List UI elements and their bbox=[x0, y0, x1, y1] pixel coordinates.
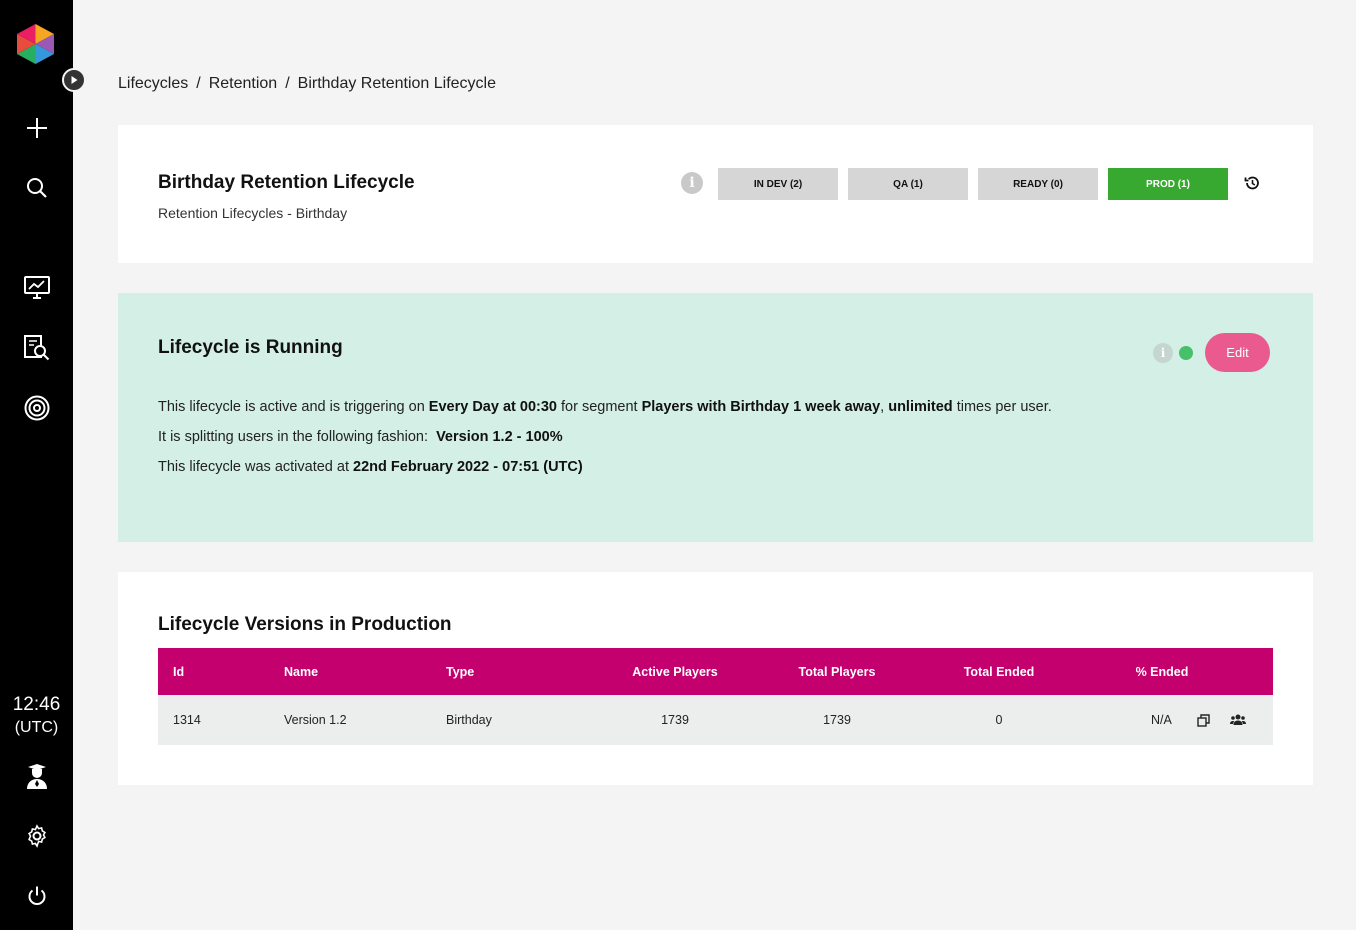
add-icon[interactable] bbox=[0, 108, 73, 148]
play-arrow-icon bbox=[71, 76, 78, 84]
column-header-id[interactable]: Id bbox=[173, 648, 184, 695]
cell-type: Birthday bbox=[446, 713, 492, 727]
split-text: It is splitting users in the following f… bbox=[158, 429, 437, 445]
academy-user-icon[interactable] bbox=[0, 756, 73, 796]
breadcrumb-lifecycles[interactable]: Lifecycles bbox=[118, 75, 188, 93]
trigger-text: This lifecycle is active and is triggeri… bbox=[158, 399, 429, 415]
column-header-total-players[interactable]: Total Players bbox=[777, 648, 897, 695]
column-header-total-ended[interactable]: Total Ended bbox=[939, 648, 1059, 695]
trigger-text: times per user. bbox=[952, 399, 1052, 415]
report-search-icon[interactable] bbox=[0, 328, 73, 368]
versions-card: Lifecycle Versions in Production Id Name… bbox=[118, 572, 1313, 785]
activation-date: 22nd February 2022 - 07:51 (UTC) bbox=[353, 459, 583, 475]
running-indicator-dot bbox=[1179, 346, 1193, 360]
stage-qa-button[interactable]: QA (1) bbox=[848, 168, 968, 200]
versions-title: Lifecycle Versions in Production bbox=[158, 614, 452, 635]
split-value: Version 1.2 - 100% bbox=[436, 429, 563, 445]
column-header-type[interactable]: Type bbox=[446, 648, 474, 695]
app-logo[interactable] bbox=[17, 24, 54, 64]
trigger-text: for segment bbox=[556, 399, 642, 415]
trigger-limit: unlimited bbox=[888, 399, 953, 415]
breadcrumb-current: Birthday Retention Lifecycle bbox=[297, 75, 496, 92]
lifecycle-title: Birthday Retention Lifecycle bbox=[158, 172, 415, 193]
table-row[interactable]: 1314 Version 1.2 Birthday 1739 1739 0 N/… bbox=[158, 695, 1273, 745]
breadcrumb: Lifecycles / Retention / Birthday Retent… bbox=[118, 75, 496, 93]
copy-icon[interactable] bbox=[1194, 695, 1212, 745]
target-icon[interactable] bbox=[0, 388, 73, 428]
cell-total-players: 1739 bbox=[823, 713, 851, 727]
lifecycle-status-card: Lifecycle is Running i Edit This lifecyc… bbox=[118, 293, 1313, 542]
activation-text: This lifecycle was activated at bbox=[158, 459, 354, 475]
clock: 12:46 (UTC) bbox=[0, 694, 73, 740]
history-icon[interactable] bbox=[1244, 175, 1260, 196]
breadcrumb-retention[interactable]: Retention bbox=[209, 75, 278, 93]
analytics-monitor-icon[interactable] bbox=[0, 268, 73, 308]
status-info-icon[interactable]: i bbox=[1153, 343, 1173, 363]
cell-id: 1314 bbox=[173, 713, 201, 727]
table-header: Id Name Type Active Players Total Player… bbox=[158, 648, 1273, 695]
stage-in-dev-button[interactable]: IN DEV (2) bbox=[718, 168, 838, 200]
trigger-schedule: Every Day at 00:30 bbox=[428, 399, 557, 415]
trigger-description: This lifecycle is active and is triggeri… bbox=[158, 399, 1052, 415]
breadcrumb-separator: / bbox=[196, 75, 201, 92]
breadcrumb-separator: / bbox=[285, 75, 290, 92]
column-header-pct-ended[interactable]: % Ended bbox=[1102, 648, 1222, 695]
cell-name: Version 1.2 bbox=[284, 713, 347, 727]
edit-button[interactable]: Edit bbox=[1205, 333, 1270, 372]
users-group-icon[interactable] bbox=[1228, 695, 1248, 745]
trigger-text: , bbox=[880, 399, 889, 415]
split-description: It is splitting users in the following f… bbox=[158, 429, 563, 445]
clock-timezone: (UTC) bbox=[14, 719, 59, 736]
lifecycle-subtitle: Retention Lifecycles - Birthday bbox=[158, 205, 348, 221]
column-header-name[interactable]: Name bbox=[284, 648, 318, 695]
stage-prod-button[interactable]: PROD (1) bbox=[1108, 168, 1228, 200]
stage-ready-button[interactable]: READY (0) bbox=[978, 168, 1098, 200]
search-icon[interactable] bbox=[0, 168, 73, 208]
trigger-segment: Players with Birthday 1 week away bbox=[641, 399, 881, 415]
sidebar-expand-toggle[interactable] bbox=[62, 68, 86, 92]
clock-time: 12:46 bbox=[12, 694, 61, 715]
info-icon[interactable]: i bbox=[681, 172, 703, 194]
cell-active-players: 1739 bbox=[661, 713, 689, 727]
power-logout-icon[interactable] bbox=[0, 876, 73, 916]
settings-gear-icon[interactable] bbox=[0, 816, 73, 856]
cell-pct-ended: N/A bbox=[1151, 713, 1172, 727]
column-header-active-players[interactable]: Active Players bbox=[615, 648, 735, 695]
activation-description: This lifecycle was activated at 22nd Feb… bbox=[158, 459, 583, 475]
versions-table: Id Name Type Active Players Total Player… bbox=[158, 648, 1273, 745]
lifecycle-header-card: Birthday Retention Lifecycle Retention L… bbox=[118, 125, 1313, 263]
status-title: Lifecycle is Running bbox=[158, 337, 343, 358]
cell-total-ended: 0 bbox=[995, 713, 1003, 727]
sidebar: 12:46 (UTC) bbox=[0, 0, 73, 930]
